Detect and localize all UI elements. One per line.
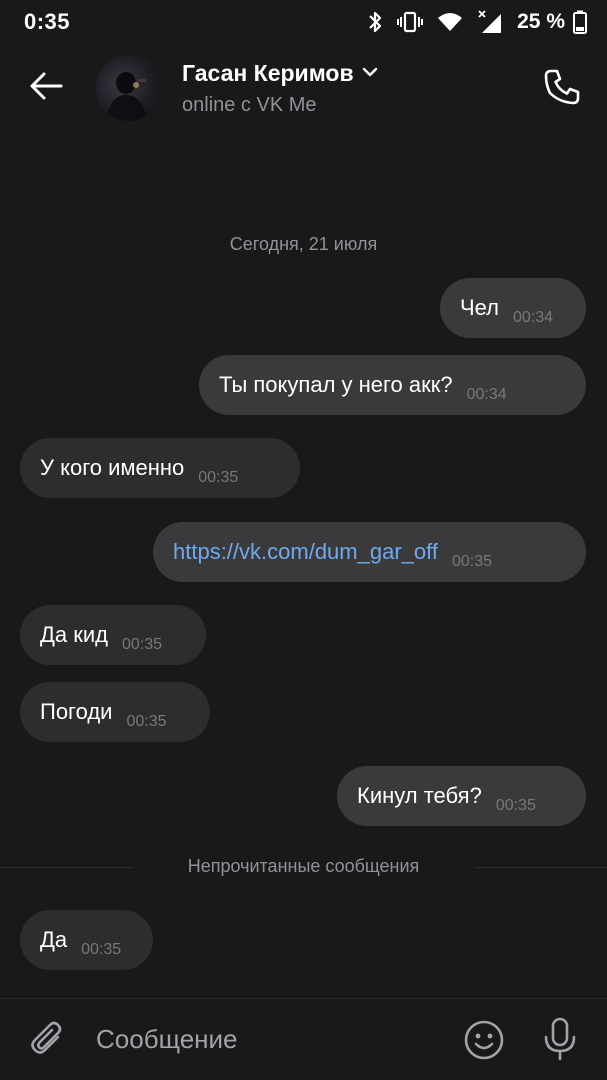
message-text: Кинул тебя? bbox=[357, 783, 482, 808]
message-time: 00:35 bbox=[495, 797, 536, 814]
contact-name: Гасан Керимов bbox=[182, 60, 354, 86]
phone-icon bbox=[542, 67, 582, 112]
unread-label: Непрочитанные сообщения bbox=[187, 856, 420, 876]
unread-separator: Непрочитанные сообщения bbox=[0, 854, 607, 880]
message-time: 00:35 bbox=[126, 713, 167, 730]
message-link[interactable]: https://vk.com/dum_gar_off bbox=[173, 539, 438, 565]
message-time: 00:35 bbox=[122, 636, 163, 653]
message-text: Погоди bbox=[40, 699, 113, 724]
message-incoming[interactable]: Погоди 00:35 bbox=[20, 682, 210, 742]
message-outgoing[interactable]: Ты покупал у него акк? 00:34 bbox=[199, 355, 586, 415]
battery-icon bbox=[573, 10, 587, 34]
chat-header: Гасан Керимов online с VK Me bbox=[0, 44, 607, 134]
message-time: 00:34 bbox=[466, 386, 507, 403]
message-outgoing[interactable]: https://vk.com/dum_gar_off 00:35 bbox=[153, 522, 586, 582]
message-text: Ты покупал у него акк? bbox=[219, 372, 453, 397]
message-text: Чел bbox=[460, 295, 500, 320]
call-button[interactable] bbox=[539, 66, 585, 112]
cell-signal-icon bbox=[477, 10, 503, 34]
message-time: 00:35 bbox=[198, 469, 239, 486]
status-bar: 0:35 25 % bbox=[0, 0, 607, 44]
date-separator: Сегодня, 21 июля bbox=[229, 234, 378, 254]
battery-percent: 25 % bbox=[517, 10, 565, 33]
attach-button[interactable] bbox=[26, 1019, 70, 1063]
chevron-down-icon bbox=[362, 65, 378, 83]
contact-name-button[interactable]: Гасан Керимов bbox=[182, 60, 378, 87]
bluetooth-icon bbox=[367, 10, 383, 34]
wifi-icon bbox=[437, 12, 463, 32]
status-time: 0:35 bbox=[24, 9, 71, 34]
message-text: Да bbox=[40, 927, 68, 952]
message-incoming[interactable]: У кого именно 00:35 bbox=[20, 438, 300, 498]
chat-screen: 0:35 25 % Гасан Керимов online с VK Me С… bbox=[0, 0, 607, 1080]
voice-record-button[interactable] bbox=[537, 1017, 583, 1065]
paperclip-icon bbox=[28, 1019, 68, 1064]
microphone-icon bbox=[542, 1017, 578, 1066]
message-text: Да кид bbox=[40, 622, 108, 647]
message-list[interactable]: Сегодня, 21 июля Чел 00:34 Ты покупал у … bbox=[0, 134, 607, 998]
message-time: 00:34 bbox=[513, 309, 554, 326]
message-input[interactable] bbox=[96, 1017, 436, 1061]
message-time: 00:35 bbox=[81, 941, 122, 958]
message-incoming[interactable]: Да кид 00:35 bbox=[20, 605, 206, 665]
vibrate-icon bbox=[397, 11, 424, 33]
back-button[interactable] bbox=[22, 66, 70, 110]
message-incoming[interactable]: Да 00:35 bbox=[20, 910, 153, 970]
emoji-icon bbox=[463, 1019, 505, 1066]
contact-status: online с VK Me bbox=[182, 94, 317, 116]
message-text: У кого именно bbox=[40, 455, 185, 480]
message-composer bbox=[0, 998, 607, 1080]
message-outgoing[interactable]: Кинул тебя? 00:35 bbox=[337, 766, 586, 826]
avatar[interactable] bbox=[96, 55, 162, 121]
emoji-button[interactable] bbox=[461, 1019, 507, 1065]
message-time: 00:35 bbox=[451, 553, 492, 570]
back-arrow-icon bbox=[29, 71, 63, 106]
message-outgoing[interactable]: Чел 00:34 bbox=[440, 278, 586, 338]
status-icons: 25 % bbox=[367, 8, 587, 36]
